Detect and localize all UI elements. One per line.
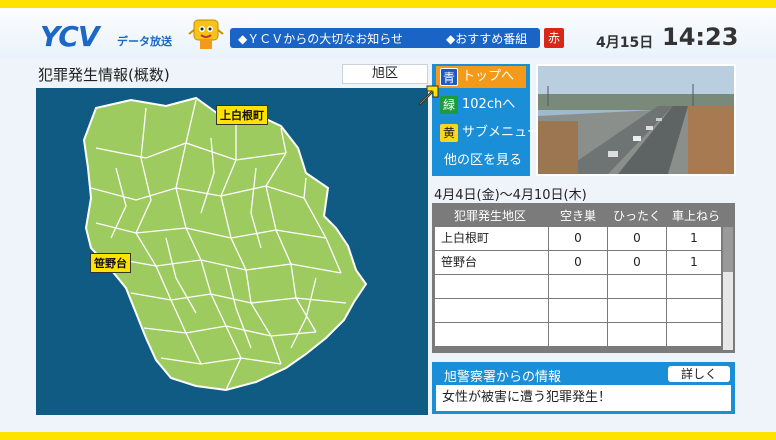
menu-item-submenu[interactable]: 黄サブメニュー — [436, 122, 540, 144]
table-header: ひったくり — [612, 209, 661, 241]
table-cell — [549, 275, 607, 298]
table-header: 空き巣 — [559, 209, 596, 223]
ycv-logo: YCV — [40, 20, 99, 53]
ward-map[interactable]: 上白根町 笹野台 — [36, 88, 428, 415]
table-cell: 0 — [549, 251, 607, 274]
menu-item-label: サブメニュー — [462, 125, 541, 140]
logo-subtitle: データ放送 — [117, 35, 172, 48]
table-cell — [549, 299, 607, 322]
table-cell — [435, 299, 548, 322]
notice-important[interactable]: ◆ＹＣＶからの大切なお知らせ — [238, 30, 403, 47]
detail-button[interactable]: 詳しく — [668, 366, 730, 382]
nav-menu: 青トップへ 緑 102chへ 黄サブメニュー 他の区を見る — [432, 64, 540, 176]
menu-item-other-wards[interactable]: 他の区を見る — [436, 150, 526, 172]
scrollbar-thumb[interactable] — [723, 227, 733, 272]
map-label-sasanodai: 笹野台 — [90, 253, 131, 273]
menu-item-label: 他の区を見る — [444, 153, 523, 168]
table-cell — [608, 323, 666, 346]
table-cell — [435, 275, 548, 298]
top-stripe — [0, 0, 776, 8]
period-label: 4月4日(金)～4月10日(木) — [434, 188, 587, 203]
page-title: 犯罪発生情報(概数) — [38, 66, 170, 84]
menu-item-top[interactable]: 青トップへ — [436, 66, 526, 88]
table-cell: 0 — [608, 251, 666, 274]
table-cell — [667, 323, 721, 346]
ward-name: 旭区 — [342, 64, 428, 84]
police-info-title: 旭警察署からの情報 — [444, 370, 562, 385]
menu-item-102ch[interactable]: 緑 102chへ — [436, 94, 526, 116]
table-cell — [667, 275, 721, 298]
traffic-camera — [536, 64, 736, 176]
table-cell: 上白根町 — [435, 227, 548, 250]
ward-map-shape — [82, 96, 368, 392]
table-cell: 0 — [549, 227, 607, 250]
blue-key-icon: 青 — [440, 68, 458, 86]
table-cell — [435, 323, 548, 346]
table-cell: 1 — [667, 251, 721, 274]
table-header: 車上ねらい — [671, 209, 720, 241]
table-cell — [549, 323, 607, 346]
crime-table: 犯罪発生地区 空き巣 ひったくり 車上ねらい 上白根町 0 0 1 笹野台 0 … — [432, 203, 735, 353]
table-cell: 笹野台 — [435, 251, 548, 274]
camera-image — [538, 66, 734, 174]
table-cell — [667, 299, 721, 322]
notice-recommended[interactable]: ◆おすすめ番組 — [446, 30, 527, 47]
cursor-arrow-icon — [418, 85, 439, 106]
table-cell: 1 — [667, 227, 721, 250]
clock: 14:23 — [662, 23, 739, 51]
map-label-kamishirane: 上白根町 — [216, 105, 268, 125]
police-info-message: 女性が被害に遭う犯罪発生！ — [436, 385, 731, 411]
yellow-key-icon: 黄 — [440, 124, 458, 142]
menu-item-label: 102chへ — [462, 97, 516, 112]
table-cell — [608, 299, 666, 322]
red-key-icon[interactable]: 赤 — [544, 28, 564, 48]
table-cell: 0 — [608, 227, 666, 250]
mascot-icon — [188, 19, 224, 49]
menu-item-label: トップへ — [462, 69, 515, 84]
date: 4月15日 — [596, 35, 654, 51]
table-cell — [608, 275, 666, 298]
green-key-icon: 緑 — [440, 96, 458, 114]
table-header: 犯罪発生地区 — [453, 209, 526, 223]
table-scrollbar[interactable] — [723, 227, 733, 350]
bottom-stripe — [0, 432, 776, 440]
